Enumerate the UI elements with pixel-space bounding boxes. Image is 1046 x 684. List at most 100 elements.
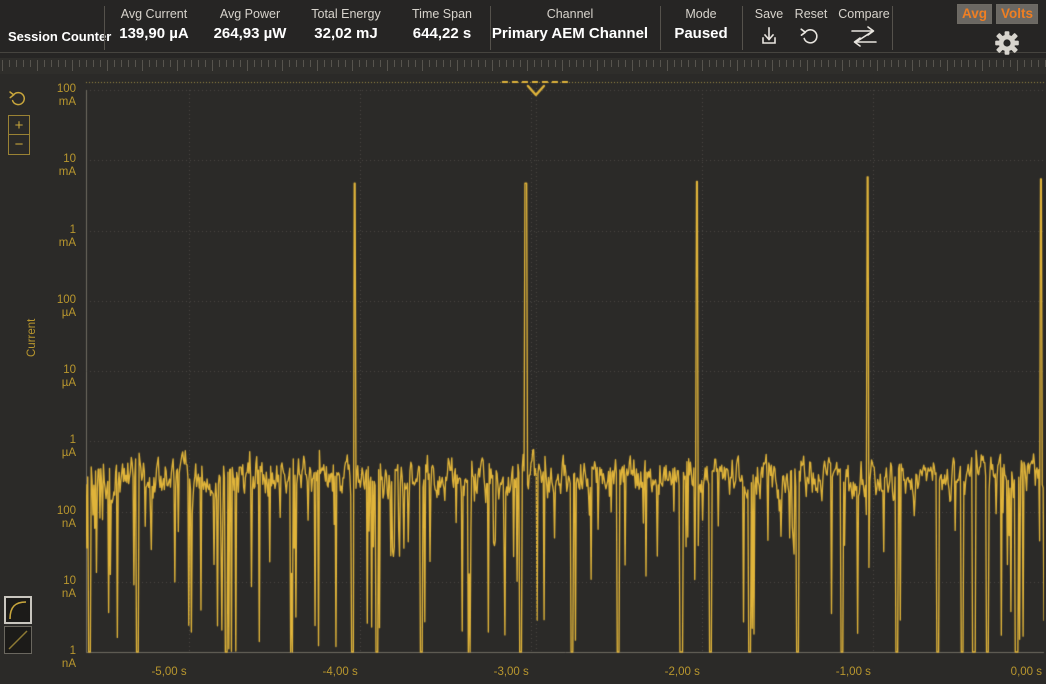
ruler-tick bbox=[415, 60, 416, 67]
y-axis-title: Current bbox=[26, 318, 38, 357]
y-tick-unit: mA bbox=[58, 96, 76, 108]
current-trace-canvas[interactable] bbox=[0, 74, 1046, 684]
ruler-tick bbox=[289, 60, 290, 67]
ruler-tick bbox=[261, 60, 262, 67]
ruler-tick bbox=[513, 60, 514, 67]
compare-label: Compare bbox=[838, 7, 890, 21]
ruler-tick bbox=[149, 60, 150, 67]
stat-value: 139,90 µA bbox=[119, 25, 189, 42]
zoom-controls: + − bbox=[8, 115, 30, 155]
ruler-tick bbox=[275, 60, 276, 67]
gear-icon[interactable] bbox=[992, 29, 1022, 57]
ruler-tick bbox=[387, 60, 388, 71]
ruler-tick bbox=[926, 60, 927, 67]
stat-label: Avg Power bbox=[219, 7, 281, 21]
ruler-tick bbox=[212, 60, 213, 71]
y-axis-tick-label: 10 nA bbox=[42, 575, 76, 601]
x-axis-tick-label: 0,00 s bbox=[1010, 666, 1042, 678]
ruler-tick bbox=[583, 60, 584, 67]
y-tick-unit: nA bbox=[61, 658, 76, 670]
rotate-reset-icon[interactable] bbox=[7, 88, 31, 112]
ruler-tick bbox=[1038, 60, 1039, 67]
stat-value: 644,22 s bbox=[412, 25, 472, 42]
ruler-tick bbox=[751, 60, 752, 67]
ruler-tick bbox=[891, 60, 892, 67]
timeline-ruler[interactable] bbox=[0, 58, 1046, 74]
ruler-tick bbox=[198, 60, 199, 67]
x-axis-tick-label: -2,00 s bbox=[664, 666, 700, 678]
ruler-tick bbox=[800, 60, 801, 67]
ruler-tick bbox=[345, 60, 346, 67]
session-counter-label: Session Counter bbox=[8, 29, 112, 44]
ruler-tick bbox=[681, 60, 682, 67]
ruler-tick bbox=[471, 60, 472, 67]
y-axis-tick-label: 100 µA bbox=[42, 294, 76, 320]
linear-line-icon[interactable] bbox=[4, 626, 32, 654]
ruler-tick bbox=[2, 60, 3, 71]
ruler-tick bbox=[709, 60, 710, 67]
ruler-tick bbox=[548, 60, 549, 67]
ruler-tick bbox=[324, 60, 325, 67]
save-label: Save bbox=[754, 7, 784, 21]
ruler-tick bbox=[380, 60, 381, 67]
ruler-tick bbox=[142, 60, 143, 71]
log-curve-icon[interactable] bbox=[4, 596, 32, 624]
ruler-tick bbox=[730, 60, 731, 67]
ruler-tick bbox=[107, 60, 108, 71]
ruler-tick bbox=[940, 60, 941, 67]
ruler-tick bbox=[968, 60, 969, 67]
save-button[interactable]: Save bbox=[748, 0, 790, 52]
reset-button[interactable]: Reset bbox=[790, 0, 832, 52]
zoom-out-button[interactable]: − bbox=[9, 135, 29, 154]
ruler-tick bbox=[408, 60, 409, 67]
ruler-tick bbox=[667, 60, 668, 71]
ruler-tick bbox=[765, 60, 766, 67]
y-axis-tick-label: 1 µA bbox=[42, 434, 76, 460]
toggle-avg[interactable]: Avg bbox=[956, 4, 992, 24]
undo-icon bbox=[798, 25, 824, 49]
ruler-tick bbox=[625, 60, 626, 67]
ruler-tick bbox=[478, 60, 479, 67]
stat-avg-current: Avg Current 139,90 µA bbox=[106, 0, 202, 52]
ruler-tick bbox=[534, 60, 535, 67]
ruler-tick bbox=[177, 60, 178, 71]
y-tick-unit: µA bbox=[61, 306, 76, 319]
download-icon bbox=[756, 25, 782, 49]
y-axis-tick-label: 10 µA bbox=[42, 364, 76, 390]
ruler-tick bbox=[268, 60, 269, 67]
ruler-tick bbox=[114, 60, 115, 67]
ruler-tick bbox=[233, 60, 234, 67]
ruler-tick bbox=[527, 60, 528, 71]
ruler-tick bbox=[37, 60, 38, 71]
ruler-tick bbox=[331, 60, 332, 67]
ruler-tick bbox=[352, 60, 353, 71]
y-axis-tick-label: 100 nA bbox=[42, 505, 76, 531]
ruler-tick bbox=[702, 60, 703, 71]
zoom-in-button[interactable]: + bbox=[9, 116, 29, 135]
mode-indicator[interactable]: Mode Paused bbox=[662, 0, 740, 52]
channel-selector[interactable]: Channel Primary AEM Channel bbox=[492, 0, 648, 52]
toggle-volts[interactable]: Volts bbox=[995, 4, 1038, 24]
header-divider bbox=[0, 52, 1046, 53]
ruler-tick bbox=[1031, 60, 1032, 67]
compare-button[interactable]: Compare bbox=[838, 0, 890, 52]
ruler-tick bbox=[954, 60, 955, 67]
ruler-tick bbox=[576, 60, 577, 67]
ruler-tick bbox=[366, 60, 367, 67]
ruler-tick bbox=[156, 60, 157, 67]
ruler-tick bbox=[58, 60, 59, 67]
ruler-tick bbox=[716, 60, 717, 67]
ruler-tick bbox=[674, 60, 675, 67]
x-axis-tick-label: -1,00 s bbox=[835, 666, 871, 678]
ruler-tick bbox=[1017, 60, 1018, 71]
ruler-tick bbox=[646, 60, 647, 67]
stat-label: Avg Current bbox=[120, 7, 188, 21]
header-separator bbox=[892, 6, 893, 50]
y-tick-unit: nA bbox=[61, 517, 76, 530]
ruler-tick bbox=[128, 60, 129, 67]
ruler-tick bbox=[611, 60, 612, 67]
x-axis-tick-label: -5,00 s bbox=[151, 666, 187, 678]
stat-time-span: Time Span 644,22 s bbox=[394, 0, 490, 52]
chart-area[interactable] bbox=[0, 74, 1046, 684]
ruler-tick bbox=[429, 60, 430, 67]
